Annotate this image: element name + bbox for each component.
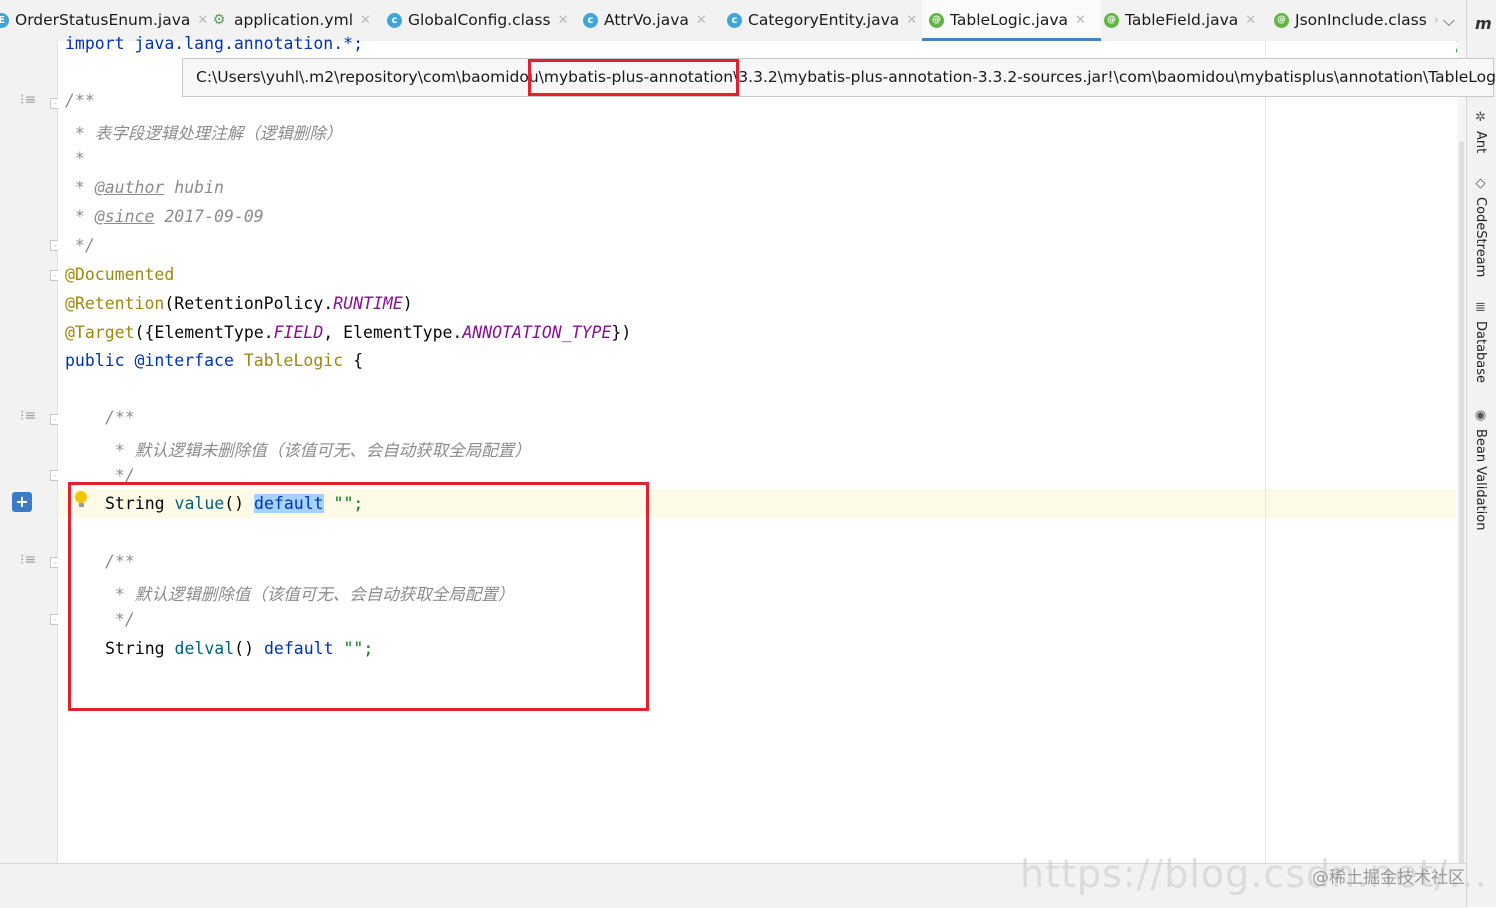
code-line: /** — [65, 91, 95, 110]
doc-render-icon[interactable]: ⁝≡ — [20, 92, 36, 108]
tool-label: Bean Validation — [1473, 429, 1488, 531]
tab-label: TableField.java — [1125, 11, 1239, 29]
tab-label: OrderStatusEnum.java — [15, 11, 191, 29]
tab-label: AttrVo.java — [604, 11, 689, 29]
ant-icon: ✲ — [1475, 110, 1486, 125]
close-icon[interactable]: ✕ — [906, 13, 917, 28]
tool-label: Ant — [1473, 131, 1488, 154]
class-icon: c — [727, 12, 742, 28]
code-line: * @author hubin — [65, 178, 224, 197]
class-icon: c — [387, 12, 402, 28]
tool-ant[interactable]: ✲ Ant — [1473, 110, 1488, 153]
tab-table-field[interactable]: @ TableField.java ✕ — [1104, 0, 1256, 40]
close-icon[interactable]: ✕ — [696, 13, 707, 28]
editor-gutter — [0, 41, 58, 863]
code-line-import: import java.lang.annotation.*; — [65, 34, 364, 53]
annotation-icon: @ — [1104, 12, 1119, 28]
codestream-icon: ◇ — [1475, 176, 1486, 191]
tool-label: CodeStream — [1473, 197, 1488, 278]
tab-category-entity[interactable]: c CategoryEntity.java ✕ — [727, 0, 917, 40]
file-path-tooltip: C:\Users\yuhl\.m2\repository\com\baomido… — [182, 58, 1496, 97]
tab-list-dropdown[interactable]: ⌵ — [1436, 10, 1462, 32]
code-highlight-box — [68, 482, 649, 711]
add-comment-button[interactable]: + — [12, 492, 32, 512]
close-icon[interactable]: ✕ — [558, 13, 569, 28]
database-icon: ≣ — [1475, 300, 1486, 315]
tab-label: application.yml — [234, 11, 354, 29]
right-tool-strip: m ✲ Ant ◇ CodeStream ≣ Database ◉ Bean V… — [1466, 0, 1496, 907]
right-margin-guide — [1265, 41, 1266, 863]
tool-database[interactable]: ≣ Database — [1473, 300, 1488, 383]
tab-table-logic[interactable]: @ TableLogic.java ✕ — [922, 0, 1101, 41]
tab-label: CategoryEntity.java — [748, 11, 900, 29]
scrollbar-thumb[interactable] — [1459, 141, 1464, 881]
tab-global-config[interactable]: c GlobalConfig.class ✕ — [387, 0, 569, 40]
code-line: * 表字段逻辑处理注解（逻辑删除） — [65, 124, 343, 143]
yml-icon: ⚙ — [212, 12, 226, 28]
code-line: */ — [65, 236, 95, 255]
annotation-icon: @ — [1274, 12, 1289, 28]
code-line: /** — [105, 408, 135, 427]
maven-tool-button[interactable]: m — [1475, 14, 1492, 33]
tab-json-include[interactable]: @ JsonInclude.class › — [1274, 0, 1439, 40]
bean-validation-icon: ◉ — [1474, 408, 1487, 423]
close-icon[interactable]: ✕ — [197, 13, 208, 28]
code-line: * @since 2017-09-09 — [65, 207, 264, 226]
close-icon[interactable]: ✕ — [1075, 13, 1086, 28]
code-line: @Retention(RetentionPolicy.RUNTIME) — [65, 294, 413, 313]
doc-render-icon[interactable]: ⁝≡ — [20, 408, 36, 424]
code-line: public @interface TableLogic { — [65, 351, 364, 370]
enum-icon: E — [0, 12, 9, 28]
doc-render-icon[interactable]: ⁝≡ — [20, 552, 36, 568]
tab-label: TableLogic.java — [950, 11, 1068, 29]
close-icon[interactable]: ✕ — [1245, 13, 1256, 28]
close-icon[interactable]: ✕ — [360, 13, 371, 28]
tab-attr-vo[interactable]: c AttrVo.java ✕ — [583, 0, 707, 40]
code-line: * — [65, 149, 85, 168]
version-highlight-box — [528, 59, 739, 96]
tool-codestream[interactable]: ◇ CodeStream — [1473, 176, 1488, 277]
class-icon: c — [583, 12, 598, 28]
chevron-down-icon: ⌵ — [1442, 11, 1456, 30]
tool-label: Database — [1473, 321, 1488, 384]
tab-label: JsonInclude.class — [1295, 11, 1427, 29]
code-line: @Documented — [65, 265, 175, 284]
vertical-scrollbar[interactable] — [1457, 41, 1466, 881]
code-line: * 默认逻辑未删除值（该值可无、会自动获取全局配置） — [105, 441, 531, 460]
tab-label: GlobalConfig.class — [408, 11, 551, 29]
code-line: @Target({ElementType.FIELD, ElementType.… — [65, 323, 632, 342]
watermark-credit: @稀土掘金技术社区 — [1312, 868, 1465, 888]
tool-bean-validation[interactable]: ◉ Bean Validation — [1473, 408, 1488, 530]
annotation-icon: @ — [929, 12, 944, 28]
